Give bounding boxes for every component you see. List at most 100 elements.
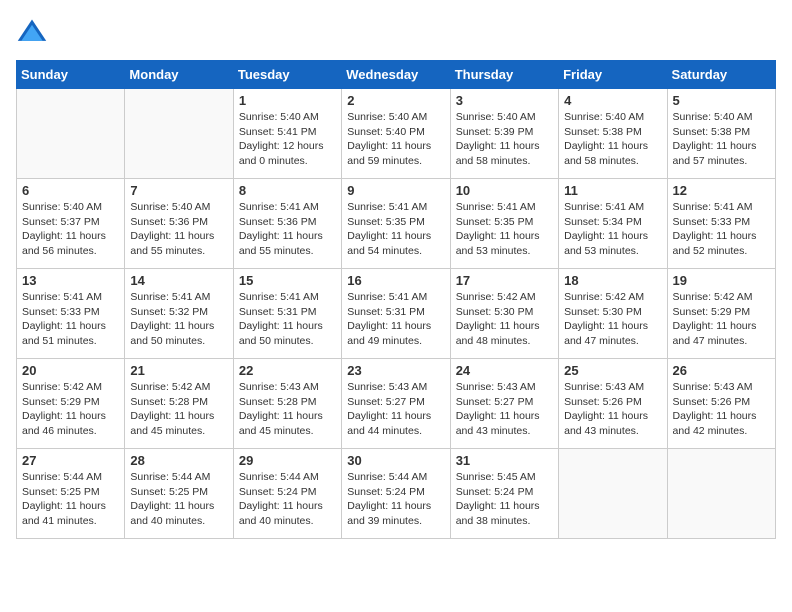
calendar-cell: 11Sunrise: 5:41 AMSunset: 5:34 PMDayligh… [559,179,667,269]
cell-content: Sunrise: 5:40 AMSunset: 5:36 PMDaylight:… [130,200,227,259]
cell-content: Sunrise: 5:41 AMSunset: 5:34 PMDaylight:… [564,200,661,259]
day-number: 18 [564,273,661,288]
sunset-text: Sunset: 5:27 PM [456,395,553,410]
daylight-text: Daylight: 11 hoursand 45 minutes. [239,409,336,438]
calendar-cell: 17Sunrise: 5:42 AMSunset: 5:30 PMDayligh… [450,269,558,359]
day-number: 15 [239,273,336,288]
week-row-4: 20Sunrise: 5:42 AMSunset: 5:29 PMDayligh… [17,359,776,449]
daylight-text: Daylight: 12 hoursand 0 minutes. [239,139,336,168]
day-number: 26 [673,363,770,378]
day-number: 23 [347,363,444,378]
daylight-text: Daylight: 11 hoursand 47 minutes. [564,319,661,348]
week-row-3: 13Sunrise: 5:41 AMSunset: 5:33 PMDayligh… [17,269,776,359]
day-number: 31 [456,453,553,468]
weekday-header-saturday: Saturday [667,61,775,89]
sunrise-text: Sunrise: 5:42 AM [130,380,227,395]
sunrise-text: Sunrise: 5:43 AM [673,380,770,395]
daylight-text: Daylight: 11 hoursand 51 minutes. [22,319,119,348]
cell-content: Sunrise: 5:40 AMSunset: 5:38 PMDaylight:… [673,110,770,169]
daylight-text: Daylight: 11 hoursand 53 minutes. [456,229,553,258]
daylight-text: Daylight: 11 hoursand 49 minutes. [347,319,444,348]
sunrise-text: Sunrise: 5:45 AM [456,470,553,485]
cell-content: Sunrise: 5:42 AMSunset: 5:29 PMDaylight:… [673,290,770,349]
calendar-cell: 1Sunrise: 5:40 AMSunset: 5:41 PMDaylight… [233,89,341,179]
sunset-text: Sunset: 5:41 PM [239,125,336,140]
sunset-text: Sunset: 5:31 PM [347,305,444,320]
calendar-cell: 18Sunrise: 5:42 AMSunset: 5:30 PMDayligh… [559,269,667,359]
weekday-header-row: SundayMondayTuesdayWednesdayThursdayFrid… [17,61,776,89]
sunset-text: Sunset: 5:39 PM [456,125,553,140]
calendar-cell: 4Sunrise: 5:40 AMSunset: 5:38 PMDaylight… [559,89,667,179]
daylight-text: Daylight: 11 hoursand 40 minutes. [239,499,336,528]
sunset-text: Sunset: 5:36 PM [130,215,227,230]
sunrise-text: Sunrise: 5:40 AM [347,110,444,125]
calendar-cell: 2Sunrise: 5:40 AMSunset: 5:40 PMDaylight… [342,89,450,179]
cell-content: Sunrise: 5:41 AMSunset: 5:31 PMDaylight:… [239,290,336,349]
day-number: 20 [22,363,119,378]
sunset-text: Sunset: 5:35 PM [456,215,553,230]
daylight-text: Daylight: 11 hoursand 39 minutes. [347,499,444,528]
page-header [16,16,776,48]
sunset-text: Sunset: 5:27 PM [347,395,444,410]
cell-content: Sunrise: 5:41 AMSunset: 5:31 PMDaylight:… [347,290,444,349]
day-number: 8 [239,183,336,198]
cell-content: Sunrise: 5:44 AMSunset: 5:24 PMDaylight:… [239,470,336,529]
daylight-text: Daylight: 11 hoursand 43 minutes. [456,409,553,438]
sunset-text: Sunset: 5:26 PM [673,395,770,410]
sunrise-text: Sunrise: 5:42 AM [22,380,119,395]
sunrise-text: Sunrise: 5:40 AM [239,110,336,125]
sunset-text: Sunset: 5:35 PM [347,215,444,230]
cell-content: Sunrise: 5:42 AMSunset: 5:28 PMDaylight:… [130,380,227,439]
day-number: 7 [130,183,227,198]
day-number: 12 [673,183,770,198]
sunrise-text: Sunrise: 5:41 AM [22,290,119,305]
daylight-text: Daylight: 11 hoursand 43 minutes. [564,409,661,438]
calendar-cell: 21Sunrise: 5:42 AMSunset: 5:28 PMDayligh… [125,359,233,449]
sunset-text: Sunset: 5:29 PM [673,305,770,320]
cell-content: Sunrise: 5:41 AMSunset: 5:36 PMDaylight:… [239,200,336,259]
calendar-cell: 29Sunrise: 5:44 AMSunset: 5:24 PMDayligh… [233,449,341,539]
daylight-text: Daylight: 11 hoursand 54 minutes. [347,229,444,258]
sunset-text: Sunset: 5:24 PM [456,485,553,500]
daylight-text: Daylight: 11 hoursand 56 minutes. [22,229,119,258]
day-number: 17 [456,273,553,288]
sunrise-text: Sunrise: 5:40 AM [130,200,227,215]
calendar-cell: 24Sunrise: 5:43 AMSunset: 5:27 PMDayligh… [450,359,558,449]
daylight-text: Daylight: 11 hoursand 50 minutes. [130,319,227,348]
sunset-text: Sunset: 5:24 PM [347,485,444,500]
sunrise-text: Sunrise: 5:40 AM [22,200,119,215]
calendar-cell: 5 Sunrise: 5:40 AMSunset: 5:38 PMDaylight… [667,89,775,179]
sunset-text: Sunset: 5:32 PM [130,305,227,320]
day-number: 5 [673,93,770,108]
cell-content: Sunrise: 5:45 AMSunset: 5:24 PMDaylight:… [456,470,553,529]
daylight-text: Daylight: 11 hoursand 59 minutes. [347,139,444,168]
sunset-text: Sunset: 5:28 PM [130,395,227,410]
sunrise-text: Sunrise: 5:42 AM [564,290,661,305]
sunrise-text: Sunrise: 5:44 AM [347,470,444,485]
sunset-text: Sunset: 5:24 PM [239,485,336,500]
sunset-text: Sunset: 5:31 PM [239,305,336,320]
cell-content: Sunrise: 5:43 AMSunset: 5:27 PMDaylight:… [347,380,444,439]
sunset-text: Sunset: 5:40 PM [347,125,444,140]
sunrise-text: Sunrise: 5:42 AM [673,290,770,305]
daylight-text: Daylight: 11 hoursand 47 minutes. [673,319,770,348]
sunrise-text: Sunrise: 5:40 AM [456,110,553,125]
weekday-header-sunday: Sunday [17,61,125,89]
week-row-2: 6Sunrise: 5:40 AMSunset: 5:37 PMDaylight… [17,179,776,269]
sunset-text: Sunset: 5:29 PM [22,395,119,410]
sunset-text: Sunset: 5:34 PM [564,215,661,230]
sunrise-text: Sunrise: 5:41 AM [673,200,770,215]
weekday-header-tuesday: Tuesday [233,61,341,89]
daylight-text: Daylight: 11 hoursand 58 minutes. [456,139,553,168]
calendar-cell: 9Sunrise: 5:41 AMSunset: 5:35 PMDaylight… [342,179,450,269]
sunrise-text: Sunrise: 5:44 AM [130,470,227,485]
sunrise-text: Sunrise: 5:43 AM [239,380,336,395]
calendar: SundayMondayTuesdayWednesdayThursdayFrid… [16,60,776,539]
weekday-header-wednesday: Wednesday [342,61,450,89]
sunrise-text: Sunrise: 5:43 AM [564,380,661,395]
calendar-cell: 20 Sunrise: 5:42 AMSunset: 5:29 PMDayligh… [17,359,125,449]
daylight-text: Daylight: 11 hoursand 46 minutes. [22,409,119,438]
sunset-text: Sunset: 5:33 PM [22,305,119,320]
weekday-header-thursday: Thursday [450,61,558,89]
logo [16,16,52,48]
